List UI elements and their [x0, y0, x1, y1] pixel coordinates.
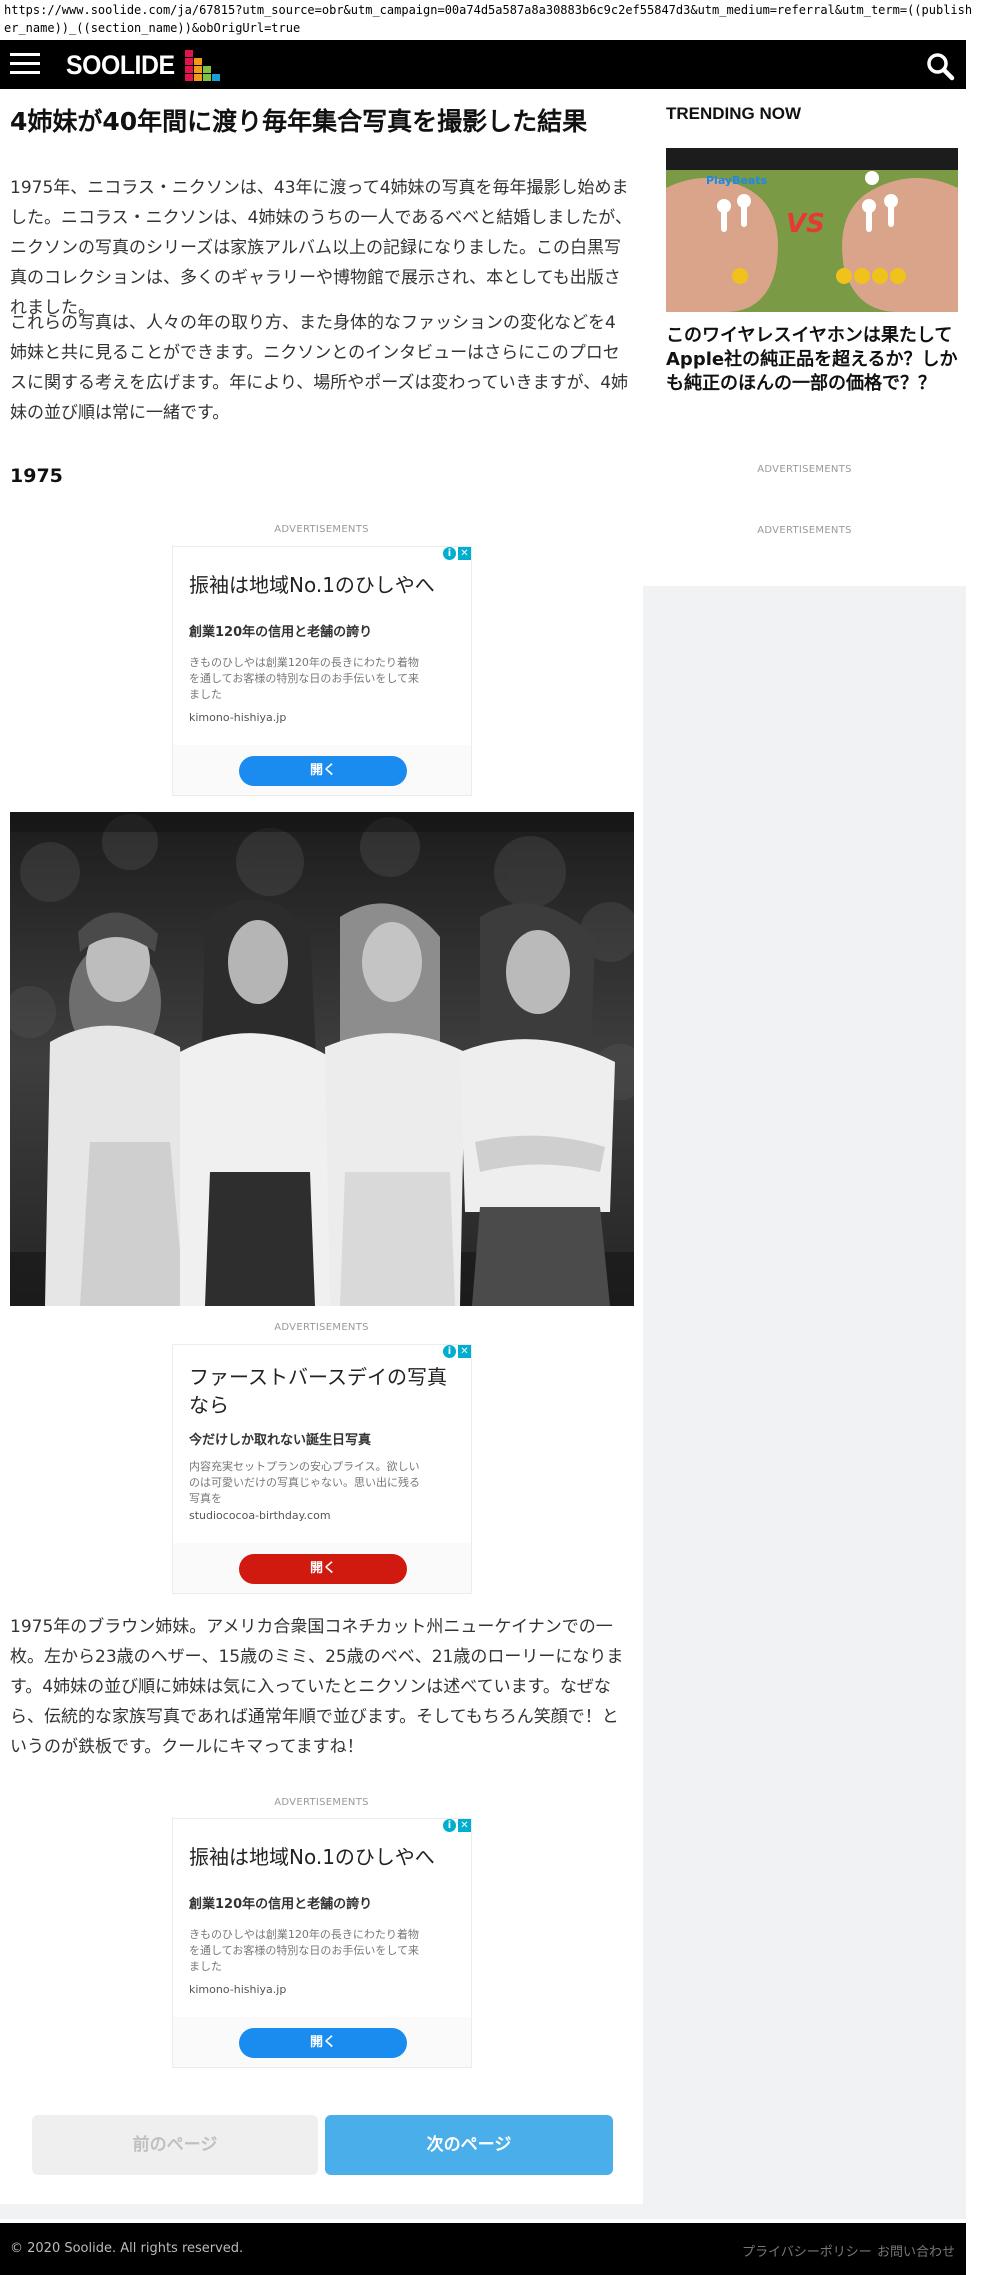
ad-subheadline: 創業120年の信用と老舗の誇り [189, 625, 373, 640]
ad-label: ADVERTISEMENTS [274, 524, 369, 535]
ad-domain: kimono-hishiya.jp [189, 1983, 287, 1996]
trending-article-image[interactable]: PlayBeats VS [666, 148, 958, 312]
article-paragraph-2: これらの写真は、人々の年の取り方、また身体的なファッションの変化などを4姉妹と共… [10, 313, 629, 423]
sidebar-ad-label-1: ADVERTISEMENTS [757, 464, 852, 475]
ad-open-button[interactable]: 開く [239, 756, 407, 786]
previous-page-button: 前のページ [32, 2115, 318, 2175]
ad-label: ADVERTISEMENTS [274, 1322, 369, 1333]
ad-open-button[interactable]: 開く [239, 2028, 407, 2058]
ad-unit-3[interactable]: i ✕ 振袖は地域No.1のひしやへ 創業120年の信用と老舗の誇り きものひし… [172, 1818, 472, 2068]
close-icon[interactable]: ✕ [458, 1345, 471, 1358]
ad-body[interactable]: i ✕ 振袖は地域No.1のひしやへ 創業120年の信用と老舗の誇り きものひし… [173, 547, 471, 745]
site-header: SOOLIDE [0, 40, 966, 89]
ad-headline[interactable]: 振袖は地域No.1のひしやへ [189, 1843, 457, 1871]
ad-description: 内容充実セットプランの安心プライス。欲しいのは可愛いだけの写真じゃない。思い出に… [189, 1460, 420, 1505]
info-icon[interactable]: i [443, 1345, 456, 1358]
ad-description: きものひしやは創業120年の長きにわたり着物を通してお客様の特別な日のお手伝いを… [189, 656, 420, 701]
trending-now-heading: TRENDING NOW [666, 104, 802, 123]
trend-vs-label: VS [786, 209, 825, 239]
photo-caption: 1975年のブラウン姉妹。アメリカ合衆国コネチカット州ニューケイナンでの一枚。左… [10, 1617, 624, 1757]
ad-choices[interactable]: i ✕ [443, 1345, 471, 1358]
site-logo[interactable]: SOOLIDE [66, 48, 221, 82]
logo-mark-icon [185, 49, 221, 81]
article-photo [10, 812, 634, 1306]
sidebar-ad-label-2: ADVERTISEMENTS [757, 525, 852, 536]
ad-unit-1[interactable]: i ✕ 振袖は地域No.1のひしやへ 創業120年の信用と老舗の誇り きものひし… [172, 546, 472, 796]
ad-body[interactable]: i ✕ ファーストバースデイの写真なら 今だけしか取れない誕生日写真 内容充実セ… [173, 1345, 471, 1543]
info-icon[interactable]: i [443, 1819, 456, 1832]
close-icon[interactable]: ✕ [458, 1819, 471, 1832]
site-footer: © 2020 Soolide. All rights reserved. プライ… [0, 2223, 966, 2275]
logo-text: SOOLIDE [66, 49, 175, 80]
ad-headline[interactable]: ファーストバースデイの写真なら [189, 1363, 457, 1419]
close-icon[interactable]: ✕ [458, 547, 471, 560]
next-page-button[interactable]: 次のページ [325, 2115, 613, 2175]
ad-domain: kimono-hishiya.jp [189, 711, 287, 724]
year-heading: 1975 [10, 465, 63, 487]
ad-headline[interactable]: 振袖は地域No.1のひしやへ [189, 571, 457, 599]
contact-link[interactable]: お問い合わせ [877, 2241, 955, 2260]
trend-brand-label: PlayBeats [706, 174, 768, 187]
copyright-text: © 2020 Soolide. All rights reserved. [10, 2241, 244, 2256]
ad-choices[interactable]: i ✕ [443, 1819, 471, 1832]
ad-label: ADVERTISEMENTS [274, 1797, 369, 1808]
ad-domain: studiococoa-birthday.com [189, 1509, 331, 1522]
ad-subheadline: 今だけしか取れない誕生日写真 [189, 1433, 372, 1448]
search-icon[interactable] [925, 51, 955, 81]
privacy-policy-link[interactable]: プライバシーポリシー [742, 2241, 872, 2260]
address-bar[interactable]: https://www.soolide.com/ja/67815?utm_sou… [0, 0, 983, 40]
ad-description: きものひしやは創業120年の長きにわたり着物を通してお客様の特別な日のお手伝いを… [189, 1928, 420, 1973]
article-title: 4姉妹が40年間に渡り毎年集合写真を撮影した結果 [10, 107, 588, 136]
ad-unit-2[interactable]: i ✕ ファーストバースデイの写真なら 今だけしか取れない誕生日写真 内容充実セ… [172, 1344, 472, 1594]
info-icon[interactable]: i [443, 547, 456, 560]
hamburger-icon[interactable] [10, 53, 40, 75]
ad-choices[interactable]: i ✕ [443, 547, 471, 560]
ad-body[interactable]: i ✕ 振袖は地域No.1のひしやへ 創業120年の信用と老舗の誇り きものひし… [173, 1819, 471, 2017]
ad-open-button[interactable]: 開く [239, 1554, 407, 1584]
trending-article-headline[interactable]: このワイヤレスイヤホンは果たして Apple社の純正品を超えるか？しかも純正のほ… [666, 324, 958, 396]
ad-subheadline: 創業120年の信用と老舗の誇り [189, 1897, 373, 1912]
article-paragraph-1: 1975年、ニコラス・ニクソンは、43年に渡って4姉妹の写真を毎年撮影し始めまし… [10, 178, 632, 318]
